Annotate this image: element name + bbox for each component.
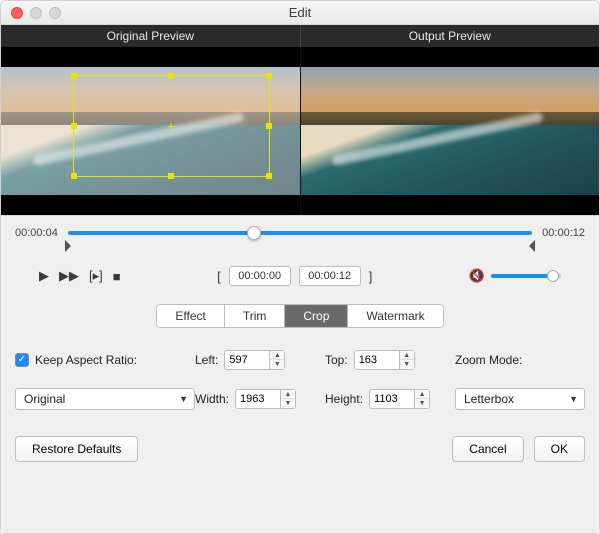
output-preview	[301, 47, 600, 215]
left-label: Left:	[195, 353, 218, 367]
range-start-field[interactable]: 00:00:00	[229, 266, 291, 286]
window-title: Edit	[1, 5, 599, 20]
controls-panel: 00:00:04 00:00:12 ▶ ▶▶ [▸] ■ [ 00:00:00 …	[1, 215, 599, 533]
timecode-start: 00:00:04	[15, 227, 58, 239]
maximize-icon	[49, 7, 61, 19]
width-input[interactable]	[235, 389, 281, 409]
titlebar: Edit	[1, 1, 599, 25]
output-preview-label: Output Preview	[301, 25, 600, 47]
left-step-up[interactable]: ▲	[270, 351, 284, 360]
close-icon[interactable]	[11, 7, 23, 19]
tab-watermark[interactable]: Watermark	[347, 305, 442, 327]
original-preview-label: Original Preview	[1, 25, 301, 47]
edit-window: Edit Original Preview Output Preview +	[0, 0, 600, 534]
aspect-dropdown-value: Original	[24, 392, 65, 406]
width-step-up[interactable]: ▲	[281, 390, 295, 399]
top-label: Top:	[325, 353, 348, 367]
crop-center-icon: +	[167, 118, 175, 134]
keep-aspect-label: Keep Aspect Ratio:	[35, 353, 137, 367]
preview-area: +	[1, 47, 599, 215]
height-input[interactable]	[369, 389, 415, 409]
timecode-end: 00:00:12	[542, 227, 585, 239]
mute-icon[interactable]: 🔇	[469, 268, 485, 284]
restore-defaults-button[interactable]: Restore Defaults	[15, 436, 138, 462]
height-step-up[interactable]: ▲	[415, 390, 429, 399]
timeline: 00:00:04 00:00:12	[15, 226, 585, 240]
aspect-dropdown[interactable]: Original ▼	[15, 388, 195, 410]
tab-effect[interactable]: Effect	[157, 305, 223, 327]
transport-row: ▶ ▶▶ [▸] ■ [ 00:00:00 00:00:12 ] 🔇	[39, 266, 561, 286]
chevron-down-icon: ▼	[179, 394, 188, 404]
top-step-up[interactable]: ▲	[400, 351, 414, 360]
checkbox-icon: ✓	[15, 353, 29, 367]
trim-end-marker[interactable]	[529, 240, 535, 252]
zoom-dropdown-value: Letterbox	[464, 392, 514, 406]
zoom-mode-dropdown[interactable]: Letterbox ▼	[455, 388, 585, 410]
tab-trim[interactable]: Trim	[224, 305, 285, 327]
height-label: Height:	[325, 392, 363, 406]
height-step-down[interactable]: ▼	[415, 399, 429, 408]
playhead-thumb[interactable]	[247, 226, 261, 240]
footer: Restore Defaults Cancel OK	[15, 436, 585, 462]
keep-aspect-checkbox[interactable]: ✓ Keep Aspect Ratio:	[15, 353, 195, 367]
timeline-slider[interactable]	[68, 226, 532, 240]
step-button[interactable]: [▸]	[89, 268, 103, 284]
tab-bar: EffectTrimCropWatermark	[15, 304, 585, 328]
minimize-icon	[30, 7, 42, 19]
zoom-mode-label: Zoom Mode:	[455, 353, 585, 367]
trim-start-marker[interactable]	[65, 240, 71, 252]
top-input[interactable]	[354, 350, 400, 370]
left-input[interactable]	[224, 350, 270, 370]
cancel-button[interactable]: Cancel	[452, 436, 523, 462]
top-step-down[interactable]: ▼	[400, 360, 414, 369]
range-in-button[interactable]: [	[217, 269, 221, 284]
range-end-field[interactable]: 00:00:12	[299, 266, 361, 286]
crop-rectangle[interactable]: +	[73, 75, 270, 177]
preview-header: Original Preview Output Preview	[1, 25, 599, 47]
range-out-button[interactable]: ]	[369, 269, 373, 284]
width-label: Width:	[195, 392, 229, 406]
crop-fields: ✓ Keep Aspect Ratio: Left: ▲▼ Top: ▲▼ Zo…	[15, 350, 585, 410]
left-step-down[interactable]: ▼	[270, 360, 284, 369]
volume-slider[interactable]	[491, 274, 561, 278]
original-preview[interactable]: +	[1, 47, 301, 215]
fast-forward-button[interactable]: ▶▶	[59, 268, 79, 284]
volume-thumb[interactable]	[547, 270, 559, 282]
ok-button[interactable]: OK	[534, 436, 585, 462]
chevron-down-icon: ▼	[569, 394, 578, 404]
width-step-down[interactable]: ▼	[281, 399, 295, 408]
play-button[interactable]: ▶	[39, 268, 49, 284]
stop-button[interactable]: ■	[113, 269, 121, 284]
tab-crop[interactable]: Crop	[284, 305, 347, 327]
